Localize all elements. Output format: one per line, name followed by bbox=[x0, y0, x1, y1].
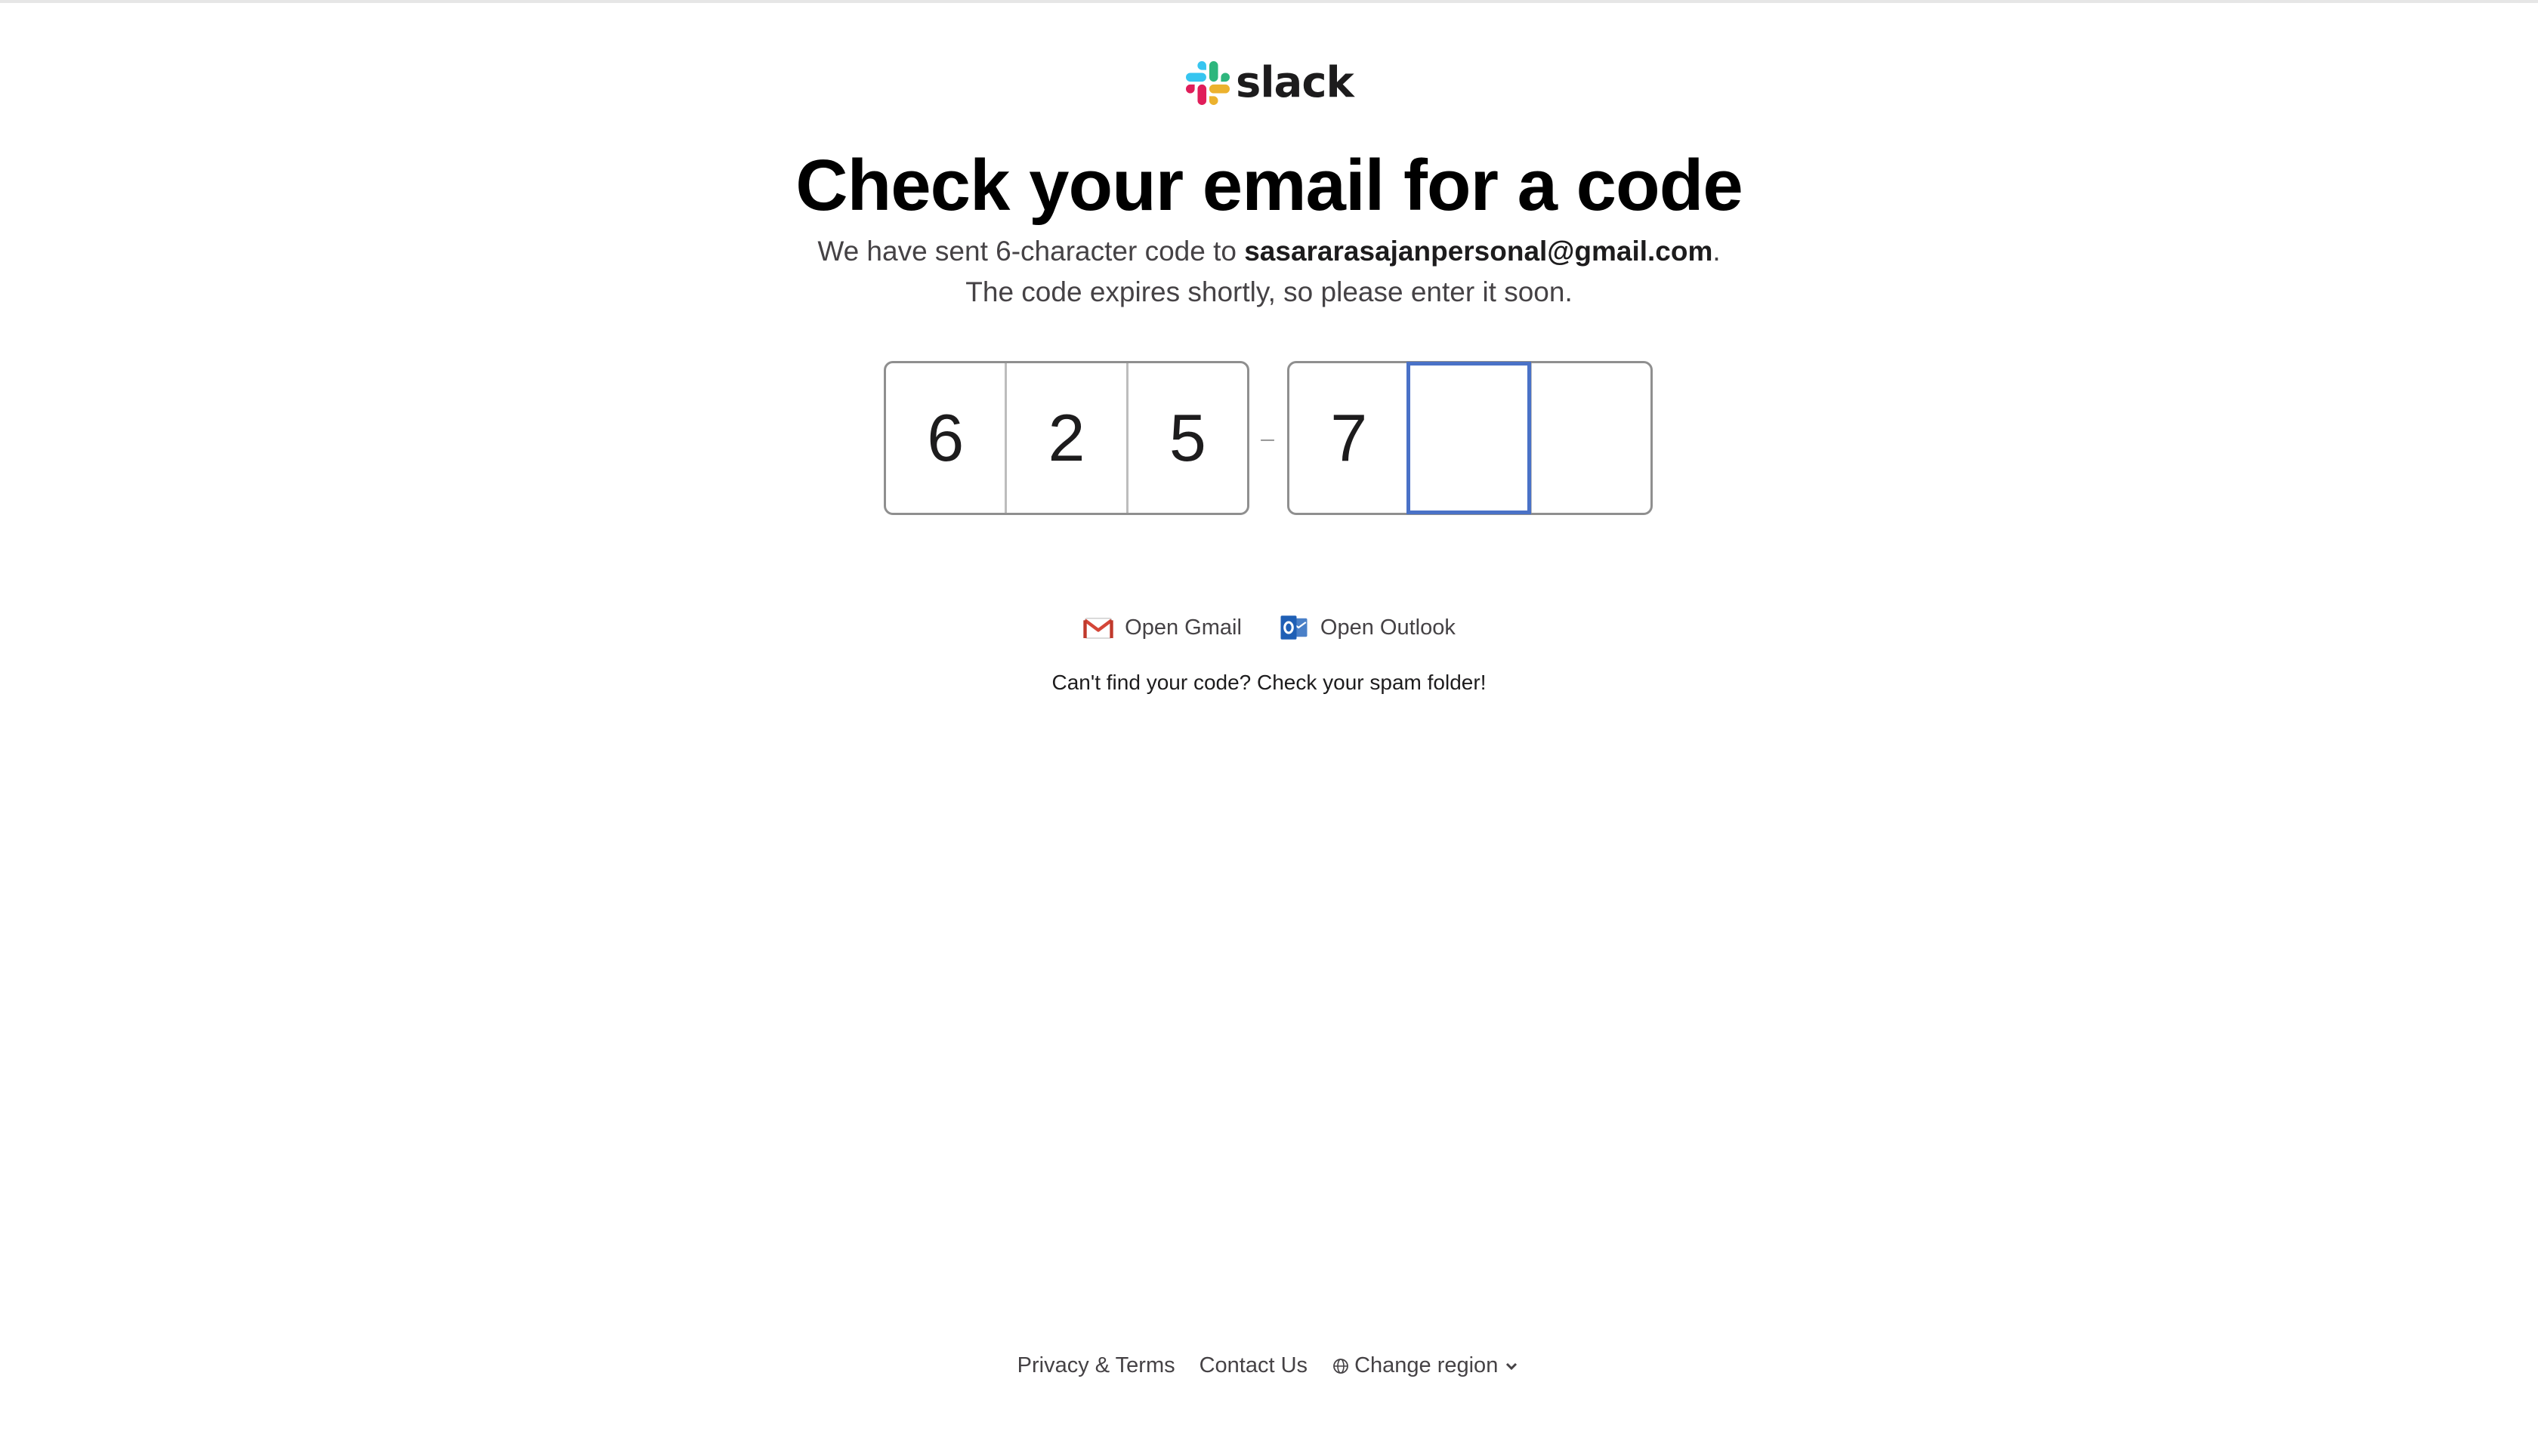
mail-links: Open Gmail Open Outlook bbox=[0, 612, 2538, 643]
code-digit-6[interactable] bbox=[1529, 363, 1650, 513]
privacy-terms-link[interactable]: Privacy & Terms bbox=[1017, 1353, 1175, 1378]
top-divider bbox=[0, 0, 2538, 3]
spam-hint: Can't find your code? Check your spam fo… bbox=[1051, 671, 1487, 694]
footer: Privacy & Terms Contact Us Change region bbox=[0, 1353, 2538, 1378]
subtitle-line-1: We have sent 6-character code to sasarar… bbox=[0, 233, 2538, 270]
code-digit-1[interactable]: 6 bbox=[886, 363, 1005, 513]
slack-logo: slack bbox=[1186, 59, 1354, 107]
subtitle-line-2: The code expires shortly, so please ente… bbox=[965, 276, 1573, 307]
page: slack Check your email for a code We hav… bbox=[0, 0, 2538, 1456]
open-gmail-link[interactable]: Open Gmail bbox=[1082, 612, 1242, 643]
subtitle-prefix: We have sent 6-character code to bbox=[817, 236, 1245, 267]
code-group-1: 6 2 5 bbox=[884, 361, 1249, 515]
code-digit-3[interactable]: 5 bbox=[1125, 363, 1247, 513]
code-digit-5[interactable] bbox=[1406, 362, 1531, 514]
globe-icon bbox=[1333, 1358, 1348, 1374]
code-digit-2[interactable]: 2 bbox=[1005, 363, 1125, 513]
code-group-2: 7 bbox=[1287, 361, 1653, 515]
open-gmail-label: Open Gmail bbox=[1125, 615, 1242, 640]
code-separator: – bbox=[1261, 424, 1274, 452]
slack-wordmark: slack bbox=[1236, 58, 1354, 107]
change-region-button[interactable]: Change region bbox=[1332, 1353, 1521, 1378]
outlook-icon bbox=[1280, 615, 1308, 640]
page-title: Check your email for a code bbox=[795, 145, 1743, 226]
chevron-down-icon bbox=[1506, 1362, 1518, 1370]
open-outlook-label: Open Outlook bbox=[1320, 615, 1456, 640]
gmail-icon bbox=[1083, 618, 1113, 639]
subtitle-suffix: . bbox=[1712, 236, 1721, 267]
recipient-email: sasararasajanpersonal@gmail.com bbox=[1244, 236, 1713, 267]
code-digit-4[interactable]: 7 bbox=[1289, 363, 1408, 513]
contact-us-link[interactable]: Contact Us bbox=[1200, 1353, 1308, 1378]
open-outlook-link[interactable]: Open Outlook bbox=[1278, 612, 1456, 643]
change-region-label: Change region bbox=[1354, 1353, 1499, 1377]
slack-logo-icon bbox=[1186, 61, 1230, 105]
